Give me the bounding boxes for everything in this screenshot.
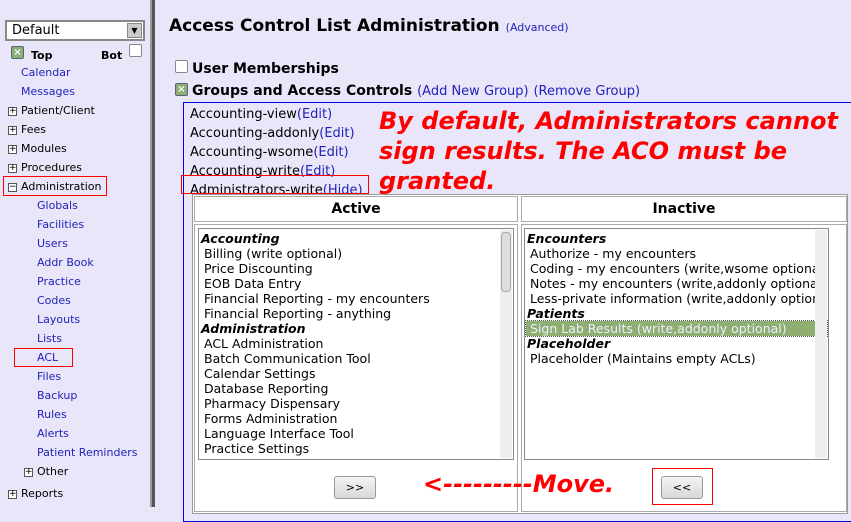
- sidebar-subitem[interactable]: Backup: [37, 389, 77, 402]
- annotation-line: sign results. The ACO must be: [379, 137, 788, 165]
- list-option[interactable]: Sign Lab Results (write,addonly optional…: [525, 320, 828, 337]
- expand-icon[interactable]: +: [8, 107, 17, 116]
- list-option[interactable]: ACL Administration: [200, 336, 512, 351]
- user-memberships-label: User Memberships: [192, 61, 339, 77]
- sidebar-subitem[interactable]: Practice: [37, 275, 81, 288]
- sidebar-subitem[interactable]: Rules: [37, 408, 67, 421]
- sidebar-subitem[interactable]: Users: [37, 237, 68, 250]
- sidebar-item[interactable]: Messages: [21, 85, 75, 98]
- menu-set-select[interactable]: Default ▼: [5, 20, 145, 41]
- sidebar: Default ▼ × Top Bot Calendar Messages + Pati…: [0, 0, 150, 507]
- main-content: Access Control List Administration (Advan…: [155, 0, 851, 522]
- sidebar-item[interactable]: Calendar: [21, 66, 70, 79]
- sidebar-subitem[interactable]: Patient Reminders: [37, 446, 137, 459]
- expand-icon[interactable]: +: [24, 468, 33, 477]
- move-annotation: <---------Move.: [423, 470, 615, 498]
- add-group-link[interactable]: (Add New Group): [417, 84, 529, 99]
- group-name: Accounting-view: [190, 107, 297, 122]
- top-label: Top: [31, 49, 53, 62]
- sidebar-item-reports[interactable]: Reports: [21, 487, 63, 500]
- list-option[interactable]: Batch Communication Tool: [200, 351, 512, 366]
- list-option[interactable]: Financial Reporting - my encounters: [200, 291, 512, 306]
- list-option[interactable]: Pharmacy Dispensary: [200, 396, 512, 411]
- sidebar-subitem[interactable]: Layouts: [37, 313, 80, 326]
- remove-button-highlight: [652, 468, 713, 505]
- sidebar-subitem[interactable]: Lists: [37, 332, 62, 345]
- chevron-down-icon: ▼: [127, 23, 142, 38]
- sidebar-item[interactable]: Procedures: [21, 161, 82, 174]
- groups-section: Groups and Access Controls (Add New Grou…: [192, 83, 640, 99]
- select-value: Default: [12, 23, 60, 38]
- add-aco-button[interactable]: >>: [334, 476, 376, 499]
- list-option[interactable]: Forms Administration: [200, 411, 512, 426]
- group-name: Accounting-addonly: [190, 126, 320, 141]
- scrollbar[interactable]: [815, 230, 827, 458]
- administration-highlight: [3, 176, 107, 196]
- sidebar-subitem[interactable]: Alerts: [37, 427, 69, 440]
- sidebar-item[interactable]: Fees: [21, 123, 46, 136]
- list-group-header: Patients: [527, 306, 585, 321]
- advanced-link[interactable]: (Advanced): [506, 21, 569, 34]
- group-item: Accounting-wsome(Edit): [190, 145, 349, 160]
- active-header: Active: [194, 196, 518, 222]
- list-option[interactable]: Placeholder (Maintains empty ACLs): [526, 351, 827, 366]
- remove-group-link[interactable]: (Remove Group): [533, 84, 640, 99]
- admin-write-highlight: [181, 175, 369, 194]
- expand-icon[interactable]: +: [8, 164, 17, 173]
- acl-highlight: [14, 348, 73, 367]
- group-item: Accounting-addonly(Edit): [190, 126, 355, 141]
- list-option[interactable]: Financial Reporting - anything: [200, 306, 512, 321]
- sidebar-item[interactable]: Patient/Client: [21, 104, 95, 117]
- list-option[interactable]: EOB Data Entry: [200, 276, 512, 291]
- sidebar-subitem[interactable]: Addr Book: [37, 256, 94, 269]
- sidebar-subitem[interactable]: Codes: [37, 294, 71, 307]
- user-memberships-checkbox[interactable]: [175, 60, 188, 73]
- annotation-line: By default, Administrators cannot: [379, 107, 838, 135]
- group-action-link[interactable]: (Edit): [297, 107, 332, 122]
- sidebar-subitem[interactable]: Files: [37, 370, 61, 383]
- top-checkbox[interactable]: ×: [11, 46, 24, 59]
- scrollbar[interactable]: [500, 230, 512, 458]
- list-group-header: Encounters: [527, 231, 607, 246]
- list-group-header: Placeholder: [527, 336, 611, 351]
- sidebar-subitem[interactable]: Facilities: [37, 218, 84, 231]
- expand-icon[interactable]: +: [8, 145, 17, 154]
- acl-table: Active Inactive Accounting Billing (write…: [192, 194, 848, 514]
- active-list[interactable]: Accounting Billing (write optional) Price …: [198, 228, 514, 460]
- group-action-link[interactable]: (Edit): [319, 126, 354, 141]
- annotation-text: By default, Administrators cannot sign r…: [379, 106, 838, 196]
- inactive-header: Inactive: [521, 196, 847, 222]
- annotation-line: granted.: [379, 167, 496, 195]
- page-title: Access Control List Administration (Advan…: [169, 16, 569, 36]
- sidebar-subitem[interactable]: Globals: [37, 199, 78, 212]
- list-group-header: Administration: [201, 321, 306, 336]
- sidebar-item-other[interactable]: Other: [37, 465, 68, 478]
- list-option[interactable]: Language Interface Tool: [200, 426, 512, 441]
- groups-checkbox[interactable]: ×: [175, 83, 188, 96]
- groups-label: Groups and Access Controls: [192, 83, 413, 99]
- title-text: Access Control List Administration: [169, 16, 500, 36]
- expand-icon[interactable]: +: [8, 490, 17, 499]
- list-option[interactable]: Less-private information (write,addonly …: [526, 291, 828, 306]
- bot-checkbox[interactable]: [129, 44, 142, 57]
- list-option[interactable]: Database Reporting: [200, 381, 512, 396]
- list-option[interactable]: Coding - my encounters (write,wsome opti…: [526, 261, 828, 276]
- list-option[interactable]: Notes - my encounters (write,addonly opt…: [526, 276, 827, 291]
- group-action-link[interactable]: (Edit): [313, 145, 348, 160]
- sidebar-item[interactable]: Modules: [21, 142, 67, 155]
- bot-label: Bot: [101, 49, 123, 62]
- list-option[interactable]: Billing (write optional): [200, 246, 512, 261]
- list-group-header: Accounting: [201, 231, 280, 246]
- group-name: Accounting-wsome: [190, 145, 314, 160]
- list-option[interactable]: Authorize - my encounters: [526, 246, 827, 261]
- list-option[interactable]: Price Discounting: [200, 261, 512, 276]
- expand-icon[interactable]: +: [8, 126, 17, 135]
- inactive-list[interactable]: Encounters Authorize - my encounters Codin…: [524, 228, 829, 460]
- list-option[interactable]: Practice Settings: [200, 441, 512, 456]
- group-item: Accounting-view(Edit): [190, 107, 332, 122]
- list-option[interactable]: Calendar Settings: [200, 366, 512, 381]
